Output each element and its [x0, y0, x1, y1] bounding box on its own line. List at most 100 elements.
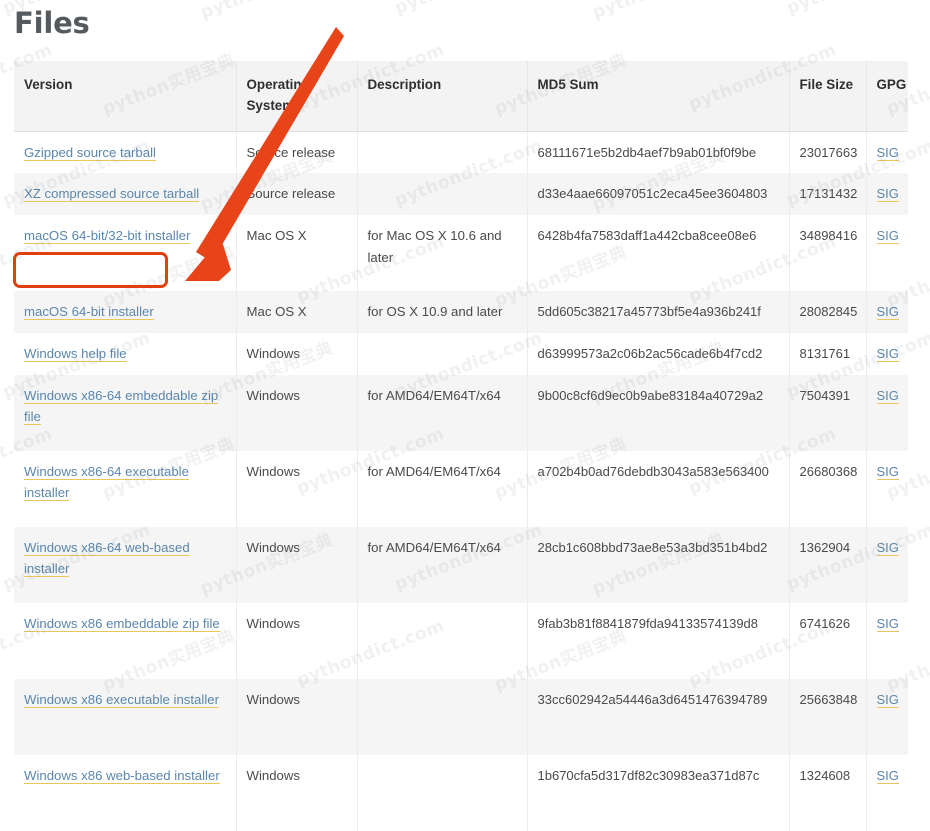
table-row: XZ compressed source tarballSource relea… — [14, 173, 908, 215]
cell-version: macOS 64-bit installer — [14, 291, 236, 333]
cell-md5-sum: 28cb1c608bbd73ae8e53a3bd351b4bd2 — [527, 527, 789, 603]
gpg-sig-link[interactable]: SIG — [877, 304, 899, 320]
cell-version: Windows x86-64 embeddable zip file — [14, 375, 236, 451]
gpg-sig-link[interactable]: SIG — [877, 540, 899, 556]
cell-operating-system: Windows — [236, 603, 357, 679]
gpg-sig-link[interactable]: SIG — [877, 145, 899, 161]
column-header-file-size: File Size — [789, 61, 866, 131]
cell-description — [357, 755, 527, 831]
cell-gpg: SIG — [866, 291, 908, 333]
gpg-sig-link[interactable]: SIG — [877, 228, 899, 244]
version-download-link[interactable]: Windows x86-64 embeddable zip file — [24, 388, 218, 426]
table-header-row: Version Operating System Description MD5… — [14, 61, 908, 131]
cell-gpg: SIG — [866, 215, 908, 291]
cell-operating-system: Mac OS X — [236, 215, 357, 291]
table-row: Windows x86-64 embeddable zip file Window… — [14, 375, 908, 451]
cell-file-size: 25663848 — [789, 679, 866, 755]
cell-gpg: SIG — [866, 375, 908, 451]
cell-gpg: SIG — [866, 755, 908, 831]
gpg-sig-link[interactable]: SIG — [877, 346, 899, 362]
version-download-link[interactable]: Windows x86 embeddable zip file — [24, 616, 220, 632]
cell-description: for OS X 10.9 and later — [357, 291, 527, 333]
cell-operating-system: Windows — [236, 375, 357, 451]
cell-description — [357, 603, 527, 679]
cell-file-size: 6741626 — [789, 603, 866, 679]
version-download-link[interactable]: Windows x86 web-based installer — [24, 768, 220, 784]
version-download-link[interactable]: Windows x86-64 executable installer — [24, 464, 189, 502]
page-title: Files — [0, 0, 930, 40]
table-header: Version Operating System Description MD5… — [14, 61, 908, 131]
files-table-container: Version Operating System Description MD5… — [14, 61, 908, 831]
column-header-gpg: GPG — [866, 61, 908, 131]
cell-operating-system: Windows — [236, 755, 357, 831]
cell-version: Windows x86 executable installer — [14, 679, 236, 755]
files-table: Version Operating System Description MD5… — [14, 61, 908, 831]
version-download-link[interactable]: Windows help file — [24, 346, 127, 362]
cell-md5-sum: 5dd605c38217a45773bf5e4a936b241f — [527, 291, 789, 333]
table-row: Windows help fileWindowsd63999573a2c06b2… — [14, 333, 908, 375]
cell-version: macOS 64-bit/32-bit installer — [14, 215, 236, 291]
cell-gpg: SIG — [866, 173, 908, 215]
cell-operating-system: Mac OS X — [236, 291, 357, 333]
cell-md5-sum: 33cc602942a54446a3d6451476394789 — [527, 679, 789, 755]
table-row: macOS 64-bit/32-bit installerMac OS Xfor… — [14, 215, 908, 291]
column-header-operating-system: Operating System — [236, 61, 357, 131]
column-header-description: Description — [357, 61, 527, 131]
version-download-link[interactable]: Windows x86-64 web-based installer — [24, 540, 190, 578]
cell-description — [357, 173, 527, 215]
cell-gpg: SIG — [866, 333, 908, 375]
cell-gpg: SIG — [866, 131, 908, 173]
gpg-sig-link[interactable]: SIG — [877, 186, 899, 202]
table-row: Windows x86 web-based installer Windows 1b… — [14, 755, 908, 831]
cell-operating-system: Source release — [236, 131, 357, 173]
version-download-link[interactable]: Gzipped source tarball — [24, 145, 156, 161]
table-row: Windows x86-64 web-based installer Window… — [14, 527, 908, 603]
cell-version: XZ compressed source tarball — [14, 173, 236, 215]
cell-gpg: SIG — [866, 679, 908, 755]
cell-version: Windows help file — [14, 333, 236, 375]
cell-md5-sum: 1b670cfa5d317df82c30983ea371d87c — [527, 755, 789, 831]
cell-operating-system: Windows — [236, 527, 357, 603]
cell-gpg: SIG — [866, 527, 908, 603]
gpg-sig-link[interactable]: SIG — [877, 692, 899, 708]
cell-md5-sum: d33e4aae66097051c2eca45ee3604803 — [527, 173, 789, 215]
cell-gpg: SIG — [866, 451, 908, 527]
version-download-link[interactable]: macOS 64-bit installer — [24, 304, 154, 320]
cell-description — [357, 679, 527, 755]
table-row: Windows x86-64 executable installer Windo… — [14, 451, 908, 527]
cell-file-size: 17131432 — [789, 173, 866, 215]
files-page: Files Version Operating System Descripti… — [0, 0, 930, 40]
cell-file-size: 1324608 — [789, 755, 866, 831]
table-body: Gzipped source tarballSource release6811… — [14, 131, 908, 831]
cell-description: for AMD64/EM64T/x64 — [357, 451, 527, 527]
cell-file-size: 26680368 — [789, 451, 866, 527]
gpg-sig-link[interactable]: SIG — [877, 768, 899, 784]
cell-file-size: 8131761 — [789, 333, 866, 375]
cell-operating-system: Windows — [236, 333, 357, 375]
version-download-link[interactable]: Windows x86 executable installer — [24, 692, 219, 708]
gpg-sig-link[interactable]: SIG — [877, 464, 899, 480]
table-row: macOS 64-bit installer Mac OS Xfor OS X 1… — [14, 291, 908, 333]
gpg-sig-link[interactable]: SIG — [877, 616, 899, 632]
version-download-link[interactable]: XZ compressed source tarball — [24, 186, 199, 202]
table-row: Windows x86 executable installer Windows 3… — [14, 679, 908, 755]
gpg-sig-link[interactable]: SIG — [877, 388, 899, 404]
cell-description: for AMD64/EM64T/x64 — [357, 375, 527, 451]
cell-operating-system: Windows — [236, 679, 357, 755]
cell-description: for AMD64/EM64T/x64 — [357, 527, 527, 603]
cell-md5-sum: 9fab3b81f8841879fda94133574139d8 — [527, 603, 789, 679]
cell-file-size: 7504391 — [789, 375, 866, 451]
cell-file-size: 23017663 — [789, 131, 866, 173]
cell-gpg: SIG — [866, 603, 908, 679]
version-download-link[interactable]: macOS 64-bit/32-bit installer — [24, 228, 190, 244]
cell-file-size: 34898416 — [789, 215, 866, 291]
cell-version: Windows x86 embeddable zip file — [14, 603, 236, 679]
cell-file-size: 1362904 — [789, 527, 866, 603]
cell-md5-sum: 6428b4fa7583daff1a442cba8cee08e6 — [527, 215, 789, 291]
cell-operating-system: Windows — [236, 451, 357, 527]
cell-file-size: 28082845 — [789, 291, 866, 333]
column-header-md5-sum: MD5 Sum — [527, 61, 789, 131]
cell-md5-sum: a702b4b0ad76debdb3043a583e563400 — [527, 451, 789, 527]
cell-version: Gzipped source tarball — [14, 131, 236, 173]
cell-md5-sum: 9b00c8cf6d9ec0b9abe83184a40729a2 — [527, 375, 789, 451]
